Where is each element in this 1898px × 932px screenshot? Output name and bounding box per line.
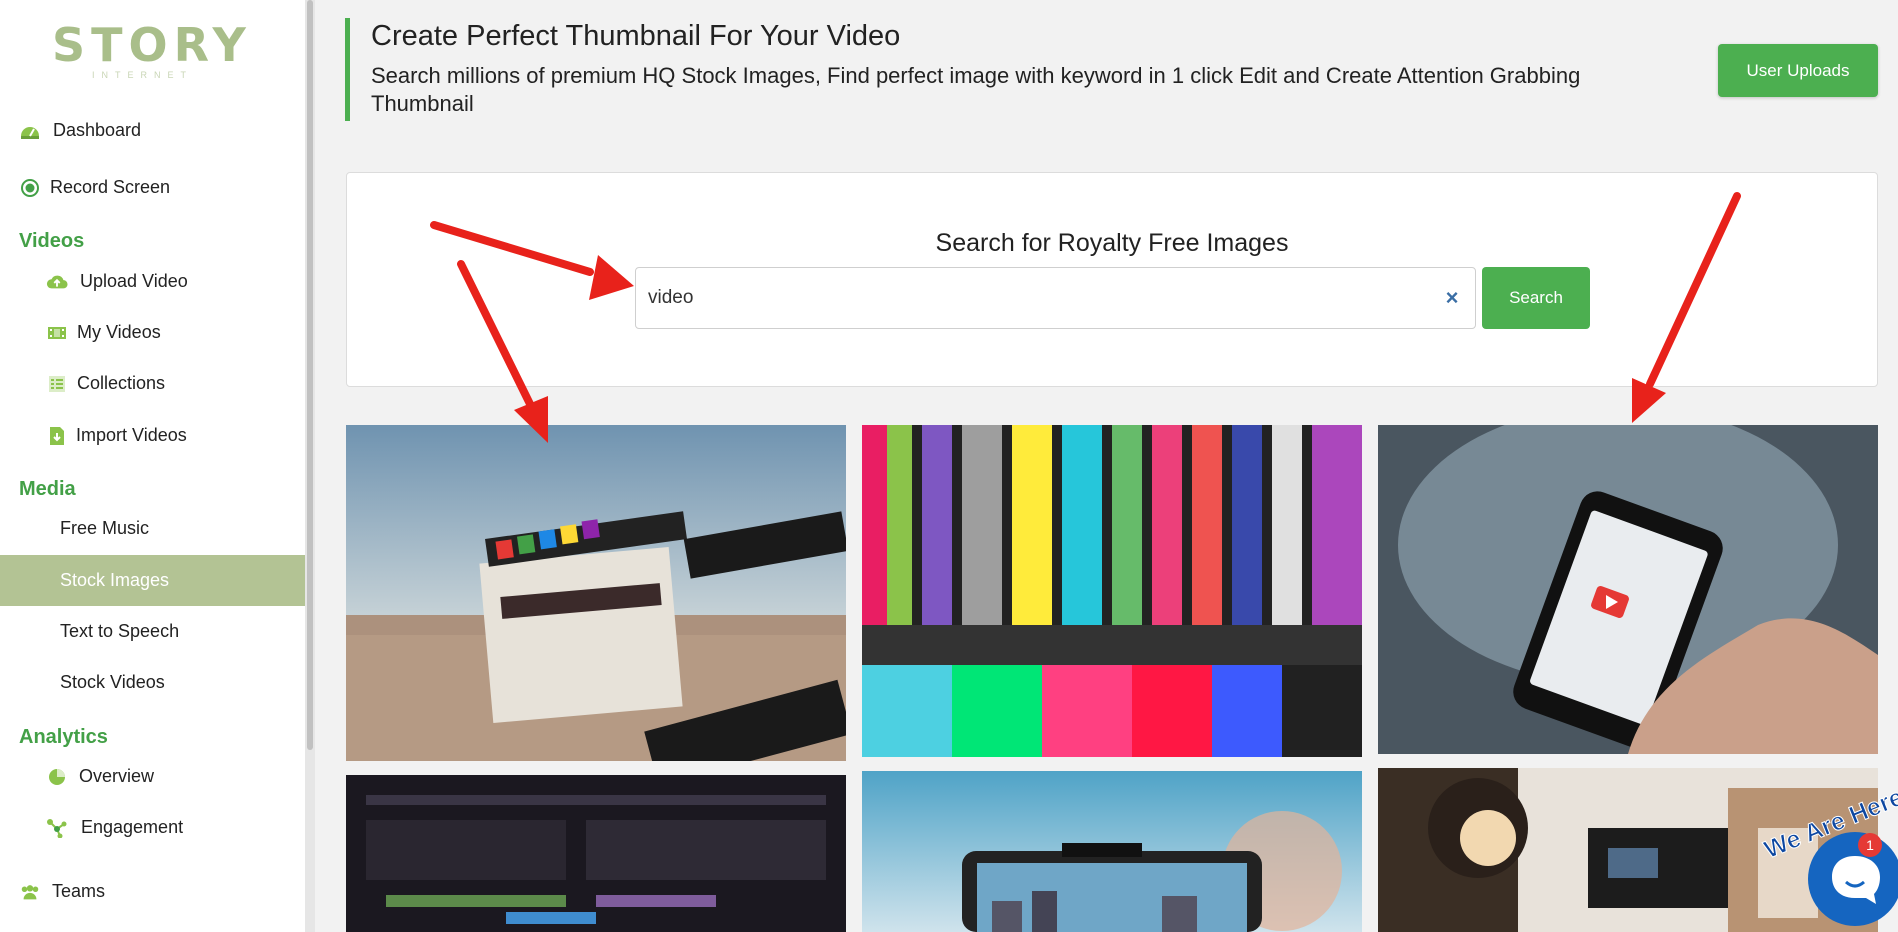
page-description: Search millions of premium HQ Stock Imag… [371, 63, 1581, 116]
story-logo[interactable]: STORY INTERNET [52, 18, 252, 84]
sidebar: STORY INTERNET Dashboard Record Screen V… [0, 0, 305, 932]
import-file-icon [46, 425, 68, 447]
film-icon [46, 322, 68, 344]
stock-image-clapperboard[interactable] [346, 425, 846, 761]
users-icon [19, 881, 41, 903]
logo-text: STORY [52, 18, 252, 72]
sidebar-item-label: Stock Videos [60, 672, 165, 692]
sidebar-item-overview[interactable]: Overview [0, 751, 305, 802]
chat-widget[interactable]: We Are Here! 1 [1752, 779, 1898, 932]
sidebar-item-collections[interactable]: Collections [0, 358, 305, 409]
sidebar-item-label: Free Music [60, 518, 150, 538]
stock-image-phone-video[interactable] [1378, 425, 1878, 754]
sidebar-item-engagement[interactable]: Engagement [0, 802, 305, 853]
logo-subtitle: INTERNET [92, 70, 193, 80]
stock-image-video-editor[interactable] [346, 775, 846, 932]
network-icon [46, 817, 68, 839]
list-icon [46, 373, 68, 395]
sidebar-item-label: Text to Speech [60, 621, 180, 641]
chat-unread-badge: 1 [1858, 833, 1882, 857]
pie-chart-icon [46, 766, 68, 788]
search-input-wrapper: × [635, 267, 1476, 329]
section-title-media: Media [19, 478, 76, 500]
sidebar-item-free-music[interactable]: Free Music [0, 503, 305, 554]
search-input[interactable] [648, 268, 1428, 328]
sidebar-item-label: Teams [52, 881, 106, 901]
sidebar-item-import-videos[interactable]: Import Videos [0, 410, 305, 461]
user-uploads-button[interactable]: User Uploads [1718, 44, 1878, 97]
section-title-videos: Videos [19, 230, 85, 252]
sidebar-item-label: Stock Images [60, 570, 170, 590]
sidebar-item-record-screen[interactable]: Record Screen [0, 162, 305, 213]
header-accent-bar [345, 18, 350, 121]
stock-image-color-bars[interactable] [862, 425, 1362, 757]
sidebar-item-label: My Videos [77, 322, 161, 342]
search-button[interactable]: Search [1482, 267, 1590, 329]
section-title-analytics: Analytics [19, 726, 108, 748]
sidebar-item-dashboard[interactable]: Dashboard [0, 105, 305, 156]
sidebar-item-label: Dashboard [53, 120, 142, 140]
sidebar-item-text-to-speech[interactable]: Text to Speech [0, 606, 305, 657]
sidebar-item-my-videos[interactable]: My Videos [0, 307, 305, 358]
sidebar-item-label: Overview [79, 766, 155, 786]
search-title: Search for Royalty Free Images [935, 229, 1289, 257]
dashboard-icon [19, 120, 41, 142]
record-icon [19, 177, 41, 199]
sidebar-item-label: Engagement [81, 817, 184, 837]
sidebar-item-label: Record Screen [50, 177, 171, 197]
page-title: Create Perfect Thumbnail For Your Video [371, 20, 901, 52]
scrollbar-thumb[interactable] [307, 0, 313, 750]
cloud-upload-icon [46, 271, 68, 293]
page-header: Create Perfect Thumbnail For Your Video … [345, 18, 1878, 121]
sidebar-item-teams[interactable]: Teams [0, 866, 305, 917]
sidebar-item-stock-videos[interactable]: Stock Videos [0, 657, 305, 708]
search-card: Search for Royalty Free Images × Search [346, 172, 1878, 387]
chat-bubble-icon[interactable] [1808, 832, 1898, 926]
stock-image-phone-recording[interactable] [862, 771, 1362, 932]
sidebar-scrollbar[interactable] [305, 0, 315, 932]
sidebar-item-upload-video[interactable]: Upload Video [0, 256, 305, 307]
sidebar-item-label: Collections [77, 373, 166, 393]
sidebar-item-label: Import Videos [76, 425, 187, 445]
sidebar-item-label: Upload Video [80, 271, 188, 291]
sidebar-item-stock-images[interactable]: Stock Images [0, 555, 305, 606]
clear-search-icon[interactable]: × [1441, 287, 1463, 309]
